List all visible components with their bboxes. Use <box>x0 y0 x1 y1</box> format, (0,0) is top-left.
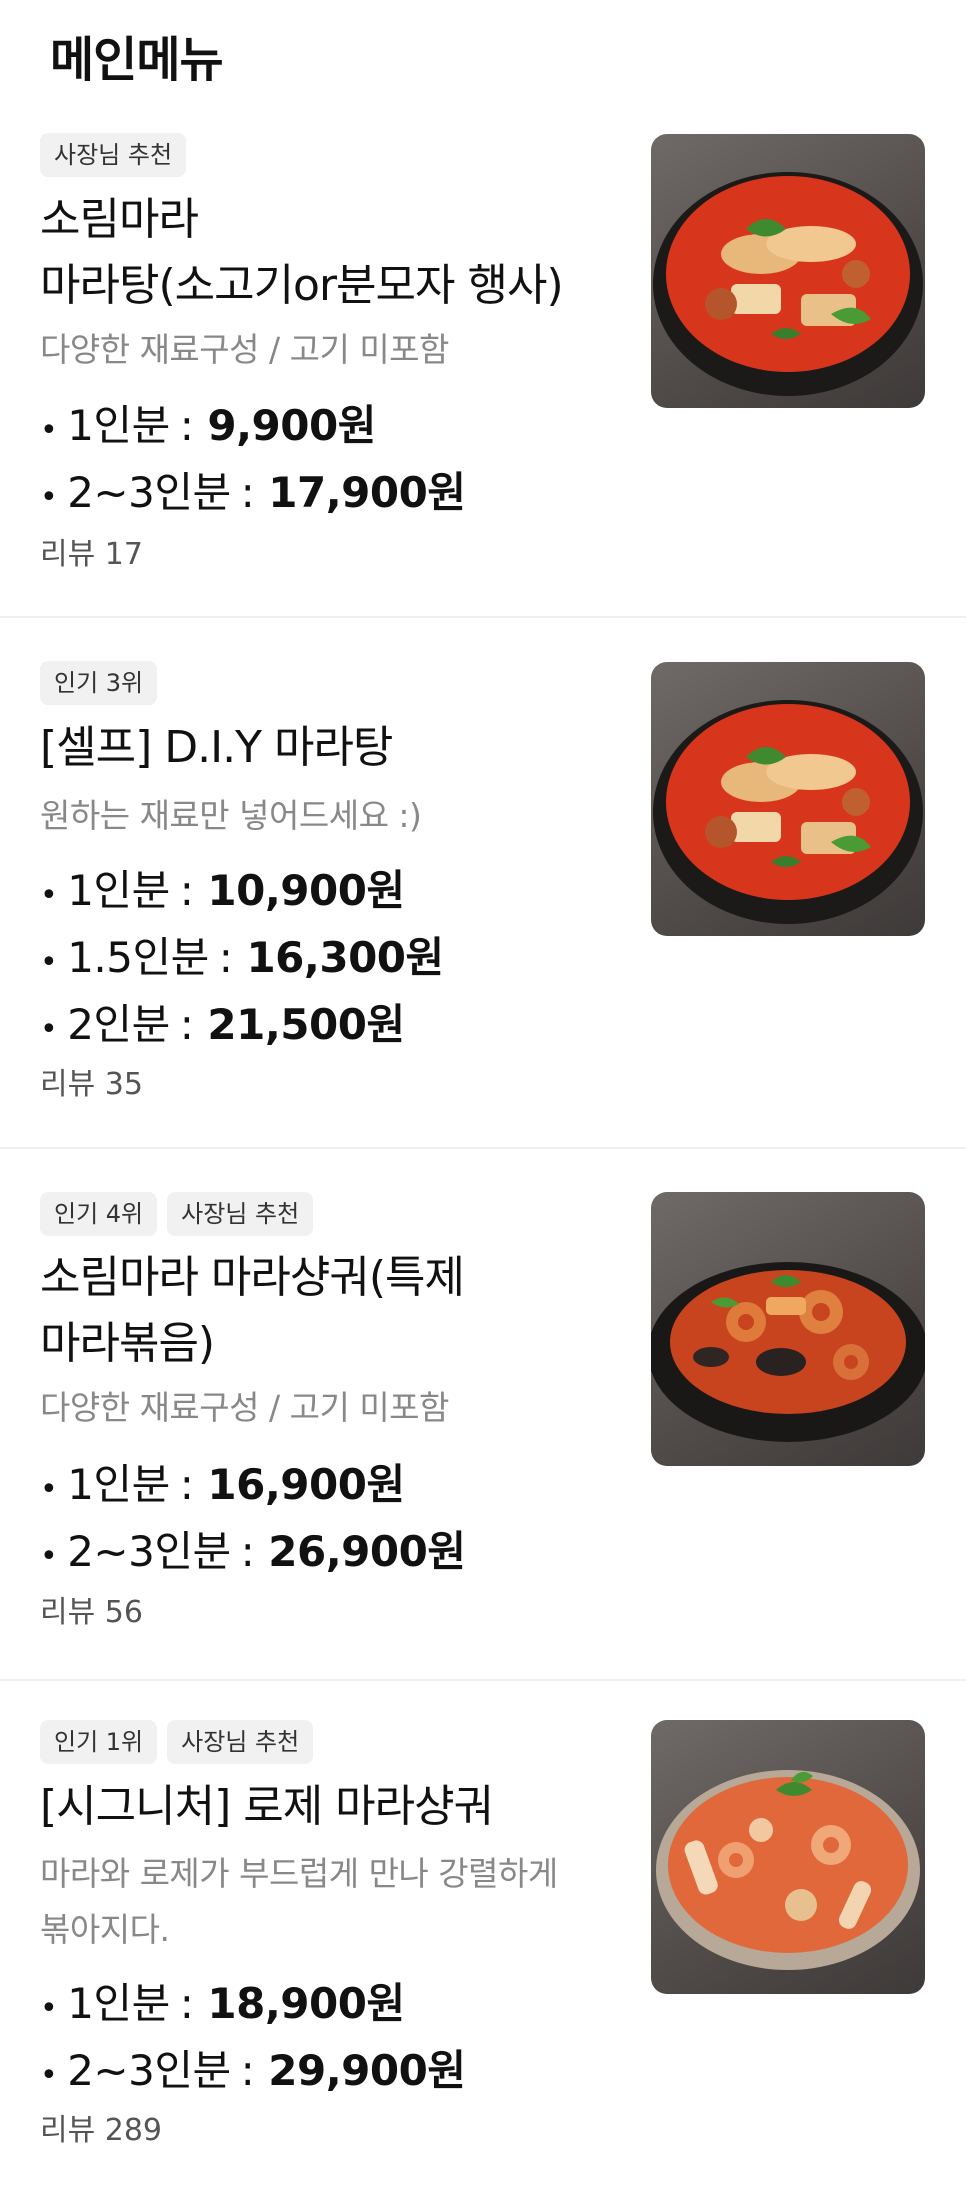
menu-name: [셀프] D.I.Y 마라탕 <box>40 722 393 773</box>
badge-rank: 인기 1위 <box>40 1720 158 1764</box>
badge-rank: 인기 4위 <box>40 1192 158 1236</box>
price-row: • 2~3인분:17,900원 <box>40 468 466 517</box>
divider <box>0 616 966 618</box>
menu-description: 다양한 재료구성 / 고기 미포함 <box>40 330 449 369</box>
menu-photo[interactable] <box>651 1720 925 1994</box>
menu-photo[interactable] <box>651 134 925 408</box>
review-count: 리뷰 56 <box>40 1595 143 1630</box>
price-row: • 1인분:18,900원 <box>40 1979 405 2028</box>
badge-owner-pick: 사장님 추천 <box>40 133 187 177</box>
price-row: • 2~3인분:29,900원 <box>40 2046 466 2095</box>
badge-owner-pick: 사장님 추천 <box>167 1720 314 1764</box>
menu-description: 원하는 재료만 넣어드세요 :) <box>40 796 422 835</box>
review-count: 리뷰 35 <box>40 1067 143 1102</box>
page-title: 메인메뉴 <box>50 32 224 88</box>
review-count: 리뷰 289 <box>40 2113 162 2148</box>
menu-photo[interactable] <box>651 662 925 936</box>
price-row: • 1인분:16,900원 <box>40 1460 405 1509</box>
menu-description: 다양한 재료구성 / 고기 미포함 <box>40 1388 449 1427</box>
divider <box>0 1147 966 1149</box>
price-row: • 1.5인분:16,300원 <box>40 933 444 982</box>
review-count: 리뷰 17 <box>40 537 143 572</box>
badge-owner-pick: 사장님 추천 <box>167 1192 314 1236</box>
menu-name: 소림마라 마라샹궈(특제 마라볶음) <box>40 1252 465 1369</box>
price-row: • 2인분:21,500원 <box>40 1000 405 1049</box>
divider <box>0 1679 966 1681</box>
badge-rank: 인기 3위 <box>40 661 158 705</box>
menu-name: [시그니처] 로제 마라샹궈 <box>40 1781 494 1832</box>
menu-photo[interactable] <box>651 1192 925 1466</box>
menu-description: 마라와 로제가 부드럽게 만나 강렬하게 볶아지다. <box>40 1854 558 1949</box>
menu-name: 소림마라 마라탕(소고기or분모자 행사) <box>40 194 564 311</box>
price-row: • 1인분:10,900원 <box>40 866 405 915</box>
price-row: • 1인분:9,900원 <box>40 401 376 450</box>
price-row: • 2~3인분:26,900원 <box>40 1527 466 1576</box>
